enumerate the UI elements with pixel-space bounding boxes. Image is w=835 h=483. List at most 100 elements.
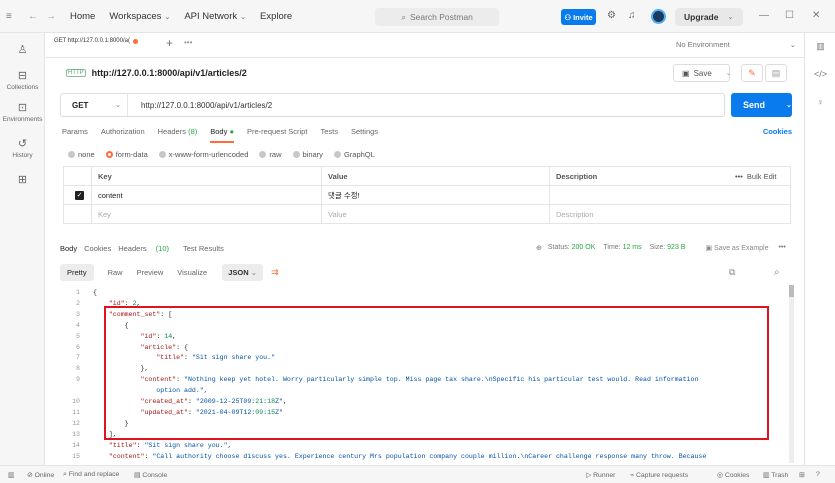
body-type-binary[interactable]: binary xyxy=(292,150,323,159)
nav-home[interactable]: Home xyxy=(70,11,95,22)
trash-button[interactable]: ▥ Trash xyxy=(763,471,788,479)
bulk-edit-link[interactable]: ••• Bulk Edit xyxy=(729,167,790,186)
find-replace-button[interactable]: ⌕ Find and replace xyxy=(63,471,119,479)
back-arrow-icon[interactable]: ← xyxy=(28,11,38,22)
tab-tests[interactable]: Tests xyxy=(320,127,338,143)
layout-icon[interactable]: ▥ xyxy=(805,41,835,52)
url-bar: GET ⌄ xyxy=(60,93,725,117)
nav-workspaces[interactable]: Workspaces ⌄ xyxy=(109,11,170,22)
wrap-lines-icon[interactable]: ⇉ xyxy=(271,267,279,278)
tab-body[interactable]: Body ● xyxy=(210,127,234,143)
minimize-icon[interactable]: — xyxy=(759,10,769,21)
runner-button[interactable]: ▷ Runner xyxy=(586,471,615,479)
request-title[interactable]: http://127.0.0.1:8000/api/v1/articles/2 xyxy=(92,68,247,78)
more-icon[interactable]: ••• xyxy=(184,38,192,47)
body-type-form-data[interactable]: form-data xyxy=(105,150,148,159)
sidebar-item-environments[interactable]: ⊡ Environments xyxy=(0,101,45,123)
edit-icon[interactable]: ✎ xyxy=(741,64,763,82)
sidebar-item-collections[interactable]: ⊟ Collections xyxy=(0,69,45,91)
new-user-icon[interactable]: ♙ xyxy=(0,43,45,56)
cookies-link[interactable]: Cookies xyxy=(763,127,792,136)
format-select[interactable]: JSON ⌄ xyxy=(222,263,264,281)
tab-pre-request-script[interactable]: Pre-request Script xyxy=(247,127,307,143)
code-icon[interactable]: </> xyxy=(805,69,835,79)
line-number: 8 xyxy=(76,365,80,373)
menu-icon[interactable]: ≡ xyxy=(6,11,20,22)
tab-test-results[interactable]: Test Results xyxy=(183,244,224,253)
url-input[interactable] xyxy=(141,100,711,110)
tab-settings[interactable]: Settings xyxy=(351,127,378,143)
method-select[interactable]: GET ⌄ xyxy=(72,93,128,117)
upgrade-button[interactable]: Upgrade ⌄ xyxy=(675,8,743,26)
bell-icon[interactable]: ♫ xyxy=(628,10,636,21)
tab-response-cookies[interactable]: Cookies xyxy=(84,244,111,253)
forward-arrow-icon[interactable]: → xyxy=(46,11,56,22)
tab-response-body[interactable]: Body xyxy=(60,244,77,253)
body-type-urlencoded[interactable]: x-www-form-urlencoded xyxy=(158,150,248,159)
status-code: 200 OK xyxy=(571,244,596,251)
capture-requests-button[interactable]: ⌁ Capture requests xyxy=(630,471,688,479)
right-sidebar: ▥ </> ♀ xyxy=(804,33,835,465)
key-cell[interactable]: content xyxy=(91,186,321,205)
scrollbar[interactable] xyxy=(789,285,794,463)
layout-icon[interactable]: ⊞ xyxy=(799,471,805,479)
description-cell[interactable] xyxy=(549,186,790,205)
search-input[interactable]: ⌕ Search Postman xyxy=(375,8,499,26)
close-icon[interactable]: ✕ xyxy=(812,10,820,21)
history-icon: ↺ xyxy=(17,138,28,150)
view-preview[interactable]: Preview xyxy=(137,268,164,277)
collections-icon: ⊟ xyxy=(17,70,28,82)
body-type-raw[interactable]: raw xyxy=(259,150,282,159)
tab-params[interactable]: Params xyxy=(62,127,88,143)
tab-response-headers[interactable]: Headers (10) xyxy=(118,244,176,253)
save-as-example-button[interactable]: ▣ Save as Example xyxy=(705,244,768,252)
cookies-button[interactable]: ◎ Cookies xyxy=(717,471,749,479)
online-status[interactable]: ⊘ Online xyxy=(27,471,54,479)
apps-grid-icon[interactable]: ⊞ xyxy=(0,173,45,186)
form-data-table: Key Value Description ••• Bulk Edit ✓ con… xyxy=(63,166,791,224)
body-type-none[interactable]: none xyxy=(68,150,95,159)
invite-button[interactable]: ⚇ Invite xyxy=(561,9,596,25)
settings-icon[interactable]: ⚙ xyxy=(607,10,616,21)
help-icon[interactable]: ? xyxy=(816,471,820,478)
tab-authorization[interactable]: Authorization xyxy=(101,127,145,143)
nav-api-network[interactable]: API Network ⌄ xyxy=(184,11,246,22)
column-description: Description xyxy=(549,167,709,186)
sidebar-item-history[interactable]: ↺ History xyxy=(0,137,45,159)
view-raw[interactable]: Raw xyxy=(108,268,123,277)
radio-icon xyxy=(68,151,75,158)
view-pretty[interactable]: Pretty xyxy=(60,263,94,281)
value-input[interactable]: Value xyxy=(321,205,549,224)
maximize-icon[interactable]: ☐ xyxy=(785,10,794,21)
send-button[interactable]: Send ⌄ xyxy=(731,93,792,117)
save-button[interactable]: ▣ Save ⌄ xyxy=(673,64,732,82)
console-button[interactable]: ▤ Console xyxy=(134,471,167,479)
line-number: 7 xyxy=(76,354,80,362)
description-input[interactable]: Description xyxy=(549,205,790,224)
documentation-icon[interactable]: ▤ xyxy=(765,64,787,82)
tab-request[interactable]: GET http://127.0.0.1:8000/a( xyxy=(54,38,138,44)
key-input[interactable]: Key xyxy=(91,205,321,224)
environment-select[interactable]: No Environment ⌄ xyxy=(676,40,796,49)
tab-headers[interactable]: Headers (8) xyxy=(158,127,198,143)
line-number: 15 xyxy=(72,452,80,460)
radio-icon xyxy=(259,151,267,158)
value-cell[interactable]: 댓글 수정! xyxy=(321,186,549,205)
line-number: 2 xyxy=(76,299,80,307)
view-visualize[interactable]: Visualize xyxy=(177,268,207,277)
chevron-down-icon: ⌄ xyxy=(250,267,258,277)
nav-explore[interactable]: Explore xyxy=(260,11,292,22)
more-icon[interactable]: ••• xyxy=(779,244,786,252)
avatar[interactable] xyxy=(651,9,666,24)
copy-icon[interactable]: ⧉ xyxy=(729,267,735,278)
more-icon: ••• xyxy=(735,172,743,181)
response-time: 12 ms xyxy=(622,244,642,251)
new-tab-icon[interactable]: + xyxy=(166,36,173,50)
globe-icon: ⊕ xyxy=(536,245,542,252)
search-icon[interactable]: ⌕ xyxy=(774,267,780,278)
row-checkbox[interactable]: ✓ xyxy=(70,186,91,205)
body-type-graphql[interactable]: GraphQL xyxy=(333,150,375,159)
lightbulb-icon[interactable]: ♀ xyxy=(805,97,835,107)
sidebar-toggle-icon[interactable]: ▥ xyxy=(8,471,14,479)
code-line: "title": "Sit sign share you.", xyxy=(108,441,232,449)
